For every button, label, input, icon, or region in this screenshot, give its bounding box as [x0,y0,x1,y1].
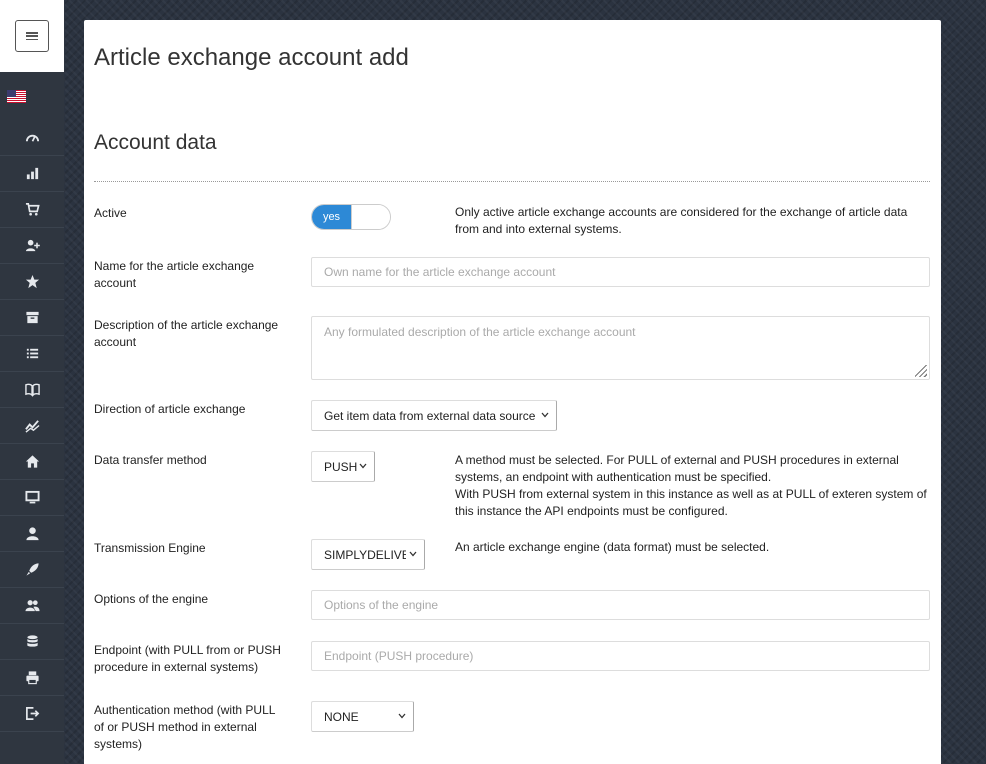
dashboard-icon [25,134,39,142]
engine-select[interactable]: SIMPLYDELIVERY [311,539,425,570]
database-icon [26,635,38,647]
engine-options-label: Options of the engine [94,592,209,606]
transfer-method-help-line1: A method must be selected. For PULL of e… [455,453,899,484]
description-label: Description of the article exchange acco… [94,318,279,349]
engine-options-input[interactable] [311,590,930,620]
sidebar-item-line-chart[interactable] [0,408,64,444]
sidebar-item-users[interactable] [0,588,64,624]
sidebar-nav [0,120,64,732]
transfer-method-label: Data transfer method [94,453,207,467]
auth-method-selected-value: NONE [324,709,359,724]
monitor-icon [24,490,40,504]
auth-method-label: Authentication method (with PULL of or P… [94,703,275,751]
active-label: Active [94,206,127,220]
name-input[interactable] [311,257,930,287]
engine-selected-value: SIMPLYDELIVERY [324,547,406,562]
description-textarea[interactable] [311,316,930,380]
transfer-method-select[interactable]: PUSH [311,451,375,482]
sidebar-item-bar-chart[interactable] [0,156,64,192]
active-toggle-on-text: yes [312,205,351,229]
section-title: Account data [94,131,217,154]
active-help-text: Only active article exchange accounts ar… [455,205,908,236]
home-icon [25,455,39,468]
engine-label: Transmission Engine [94,541,206,555]
transfer-method-selected-value: PUSH [324,459,358,474]
line-chart-icon [24,420,40,433]
section-divider [94,181,930,182]
menu-toggle-area [0,0,64,72]
user-plus-icon [25,239,40,252]
auth-method-select[interactable]: NONE [311,701,414,732]
book-icon [24,383,40,397]
engine-help-text: An article exchange engine (data format)… [455,540,770,554]
direction-select[interactable]: Get item data from external data source [311,400,557,431]
textarea-resize-handle[interactable] [915,365,927,377]
endpoint-input[interactable] [311,641,930,671]
users-icon [24,600,40,612]
hamburger-menu-button[interactable] [15,20,49,52]
sidebar-item-book[interactable] [0,372,64,408]
logout-icon [25,707,39,720]
page-title: Article exchange account add [94,44,409,71]
transfer-method-help-line2: With PUSH from external system in this i… [455,487,927,518]
sidebar-item-rocket[interactable] [0,552,64,588]
sidebar-item-monitor[interactable] [0,480,64,516]
chevron-down-icon [397,711,407,721]
sidebar [0,0,64,764]
chevron-down-icon [540,410,550,420]
hamburger-icon [26,32,38,40]
archive-icon [25,311,39,324]
sidebar-item-star[interactable] [0,264,64,300]
direction-selected-value: Get item data from external data source [324,408,536,423]
sidebar-item-database[interactable] [0,624,64,660]
sidebar-item-logout[interactable] [0,696,64,732]
us-flag-icon [7,89,26,103]
language-selector[interactable] [0,72,64,120]
bar-chart-icon [26,167,38,180]
active-toggle[interactable]: yes [311,204,391,230]
rocket-icon [25,563,39,576]
user-icon [25,527,39,541]
main-card: Article exchange account add Account dat… [84,20,941,764]
direction-label: Direction of article exchange [94,402,246,416]
active-toggle-knob [351,205,390,229]
sidebar-item-printer[interactable] [0,660,64,696]
cart-icon [25,203,40,216]
endpoint-label: Endpoint (with PULL from or PUSH procedu… [94,643,281,674]
list-icon [26,348,38,359]
chevron-down-icon [408,549,418,559]
sidebar-item-user[interactable] [0,516,64,552]
sidebar-item-dashboard[interactable] [0,120,64,156]
sidebar-item-cart[interactable] [0,192,64,228]
sidebar-item-user-plus[interactable] [0,228,64,264]
name-label: Name for the article exchange account [94,259,255,290]
sidebar-item-archive[interactable] [0,300,64,336]
sidebar-item-home[interactable] [0,444,64,480]
star-icon [25,274,39,289]
transfer-method-help-text: A method must be selected. For PULL of e… [455,452,930,520]
sidebar-item-list[interactable] [0,336,64,372]
chevron-down-icon [358,461,368,471]
printer-icon [25,671,39,685]
